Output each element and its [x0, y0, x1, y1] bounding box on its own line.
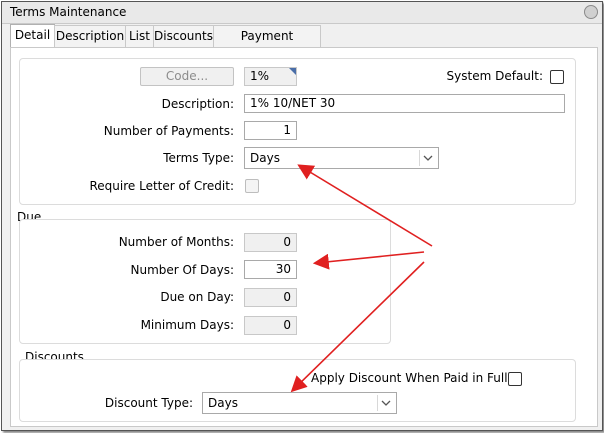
arrow-to-discount-type — [290, 261, 425, 393]
arrow-to-terms-type — [297, 164, 433, 247]
arrow-to-number-of-days — [312, 251, 425, 270]
annotation-arrows — [290, 164, 433, 393]
